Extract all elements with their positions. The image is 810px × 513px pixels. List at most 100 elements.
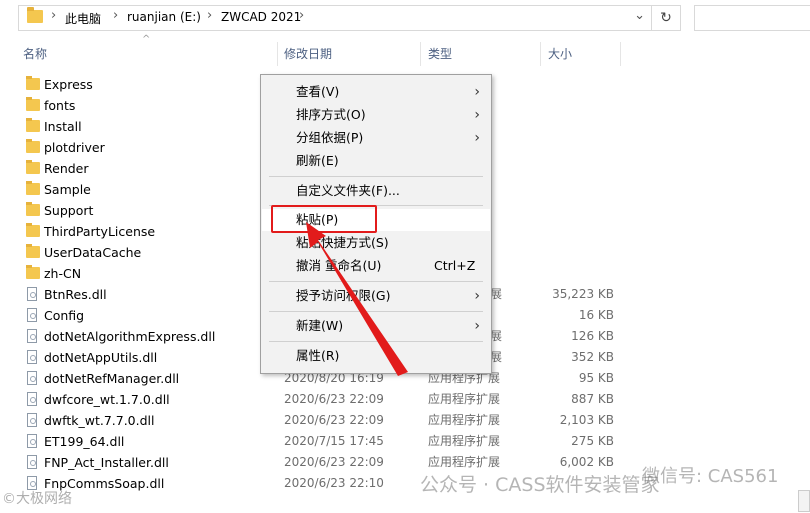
file-icon [27, 308, 37, 322]
folder-icon [26, 97, 40, 111]
refresh-button[interactable]: ↻ [652, 5, 681, 31]
menu-item-label: 新建(W) [296, 318, 344, 333]
breadcrumb-folder[interactable]: ZWCAD 2021 [221, 10, 301, 24]
dll-file-icon [27, 455, 37, 469]
menu-item-label: 粘贴快捷方式(S) [296, 235, 389, 250]
column-header-name[interactable]: 名称 [23, 42, 47, 66]
chevron-right-icon[interactable]: › [299, 8, 304, 23]
column-header-date[interactable]: 修改日期 [284, 42, 332, 66]
file-name: Support [44, 203, 94, 218]
chevron-right-icon[interactable]: › [113, 8, 118, 23]
file-name: BtnRes.dll [44, 287, 107, 302]
menu-item-label: 撤消 重命名(U) [296, 258, 382, 273]
chevron-right-icon[interactable]: › [207, 8, 212, 23]
chevron-right-icon[interactable]: › [51, 8, 56, 23]
highlight-box [271, 205, 377, 233]
folder-icon [26, 244, 40, 258]
menu-item-label: 分组依据(P) [296, 130, 364, 145]
file-size: 16 KB [578, 308, 614, 322]
folder-icon [26, 265, 40, 279]
address-bar[interactable]: › 此电脑 › ruanjian (E:) › ZWCAD 2021 › ⌄ [18, 5, 652, 31]
menu-item-new[interactable]: 新建(W) › [262, 315, 490, 337]
menu-item-group[interactable]: 分组依据(P) › [262, 127, 490, 149]
column-header-type[interactable]: 类型 [428, 42, 452, 66]
file-name: dwftk_wt.7.7.0.dll [44, 413, 155, 428]
menu-item-undo-rename[interactable]: 撤消 重命名(U) Ctrl+Z [262, 255, 490, 277]
dll-file-icon [27, 350, 37, 364]
folder-icon [26, 202, 40, 216]
file-size: 126 KB [571, 329, 614, 343]
chevron-right-icon: › [474, 107, 480, 123]
file-name: ET199_64.dll [44, 434, 125, 449]
file-name: ThirdPartyLicense [44, 224, 156, 239]
file-name: FNP_Act_Installer.dll [44, 455, 169, 470]
file-name: Sample [44, 182, 91, 197]
chevron-right-icon: › [474, 84, 480, 100]
menu-item-label: 授予访问权限(G) [296, 288, 391, 303]
dll-file-icon [27, 434, 37, 448]
menu-item-label: 查看(V) [296, 84, 340, 99]
column-divider[interactable] [620, 42, 621, 66]
folder-icon [26, 76, 40, 90]
file-name: plotdriver [44, 140, 105, 155]
watermark-text: 微信号: CAS561 [642, 466, 779, 487]
sort-ascending-icon: ^ [142, 34, 151, 45]
column-divider[interactable] [420, 42, 421, 66]
file-date: 2020/6/23 22:10 [284, 476, 384, 490]
breadcrumb-drive[interactable]: ruanjian (E:) [127, 10, 201, 24]
menu-item-sort[interactable]: 排序方式(O) › [262, 104, 490, 126]
file-size: 352 KB [571, 350, 614, 364]
column-header-size[interactable]: 大小 [548, 42, 572, 66]
folder-icon [26, 223, 40, 237]
scrollbar[interactable] [798, 490, 810, 512]
file-date: 2020/6/23 22:09 [284, 413, 384, 427]
menu-divider [269, 311, 483, 312]
file-name: dwfcore_wt.1.7.0.dll [44, 392, 170, 407]
menu-item-paste-shortcut[interactable]: 粘贴快捷方式(S) [262, 232, 490, 254]
menu-item-view[interactable]: 查看(V) › [262, 81, 490, 103]
file-name: zh-CN [44, 266, 82, 281]
folder-icon [26, 160, 40, 174]
menu-item-refresh[interactable]: 刷新(E) [262, 150, 490, 172]
menu-item-label: 排序方式(O) [296, 107, 366, 122]
file-name: dotNetRefManager.dll [44, 371, 180, 386]
menu-divider [269, 341, 483, 342]
dll-file-icon [27, 287, 37, 301]
menu-item-customize-folder[interactable]: 自定义文件夹(F)... [262, 180, 490, 202]
folder-icon [26, 118, 40, 132]
chevron-right-icon: › [474, 318, 480, 334]
dll-file-icon [27, 392, 37, 406]
file-name: Express [44, 77, 93, 92]
file-type: 应用程序扩展 [428, 434, 501, 448]
file-size: 95 KB [578, 371, 614, 385]
menu-item-label: 自定义文件夹(F)... [296, 183, 400, 198]
file-date: 2020/6/23 22:09 [284, 392, 384, 406]
address-bar-region: › 此电脑 › ruanjian (E:) › ZWCAD 2021 › ⌄ ↻ [0, 0, 810, 36]
column-divider[interactable] [277, 42, 278, 66]
breadcrumb-this-pc[interactable]: 此电脑 [65, 10, 101, 27]
chevron-down-icon[interactable]: ⌄ [634, 8, 645, 23]
file-name: Install [44, 119, 82, 134]
chevron-right-icon: › [474, 288, 480, 304]
search-input[interactable] [694, 5, 810, 31]
menu-shortcut: Ctrl+Z [434, 258, 476, 273]
menu-item-grant-access[interactable]: 授予访问权限(G) › [262, 285, 490, 307]
file-size: 2,103 KB [559, 413, 614, 427]
folder-icon [26, 181, 40, 195]
dll-file-icon [27, 371, 37, 385]
file-name: Render [44, 161, 89, 176]
folder-icon [27, 7, 43, 23]
file-date: 2020/7/15 17:45 [284, 434, 384, 448]
column-divider[interactable] [540, 42, 541, 66]
menu-item-properties[interactable]: 属性(R) [262, 345, 490, 367]
file-type: 应用程序扩展 [428, 392, 501, 406]
file-size: 275 KB [571, 434, 614, 448]
watermark-text: ©大极网络 [2, 491, 72, 507]
dll-file-icon [27, 329, 37, 343]
menu-item-label: 属性(R) [296, 348, 340, 363]
file-date: 2020/6/23 22:09 [284, 455, 384, 469]
file-name: UserDataCache [44, 245, 142, 260]
file-size: 35,223 KB [552, 287, 614, 301]
dll-file-icon [27, 413, 37, 427]
chevron-right-icon: › [474, 130, 480, 146]
